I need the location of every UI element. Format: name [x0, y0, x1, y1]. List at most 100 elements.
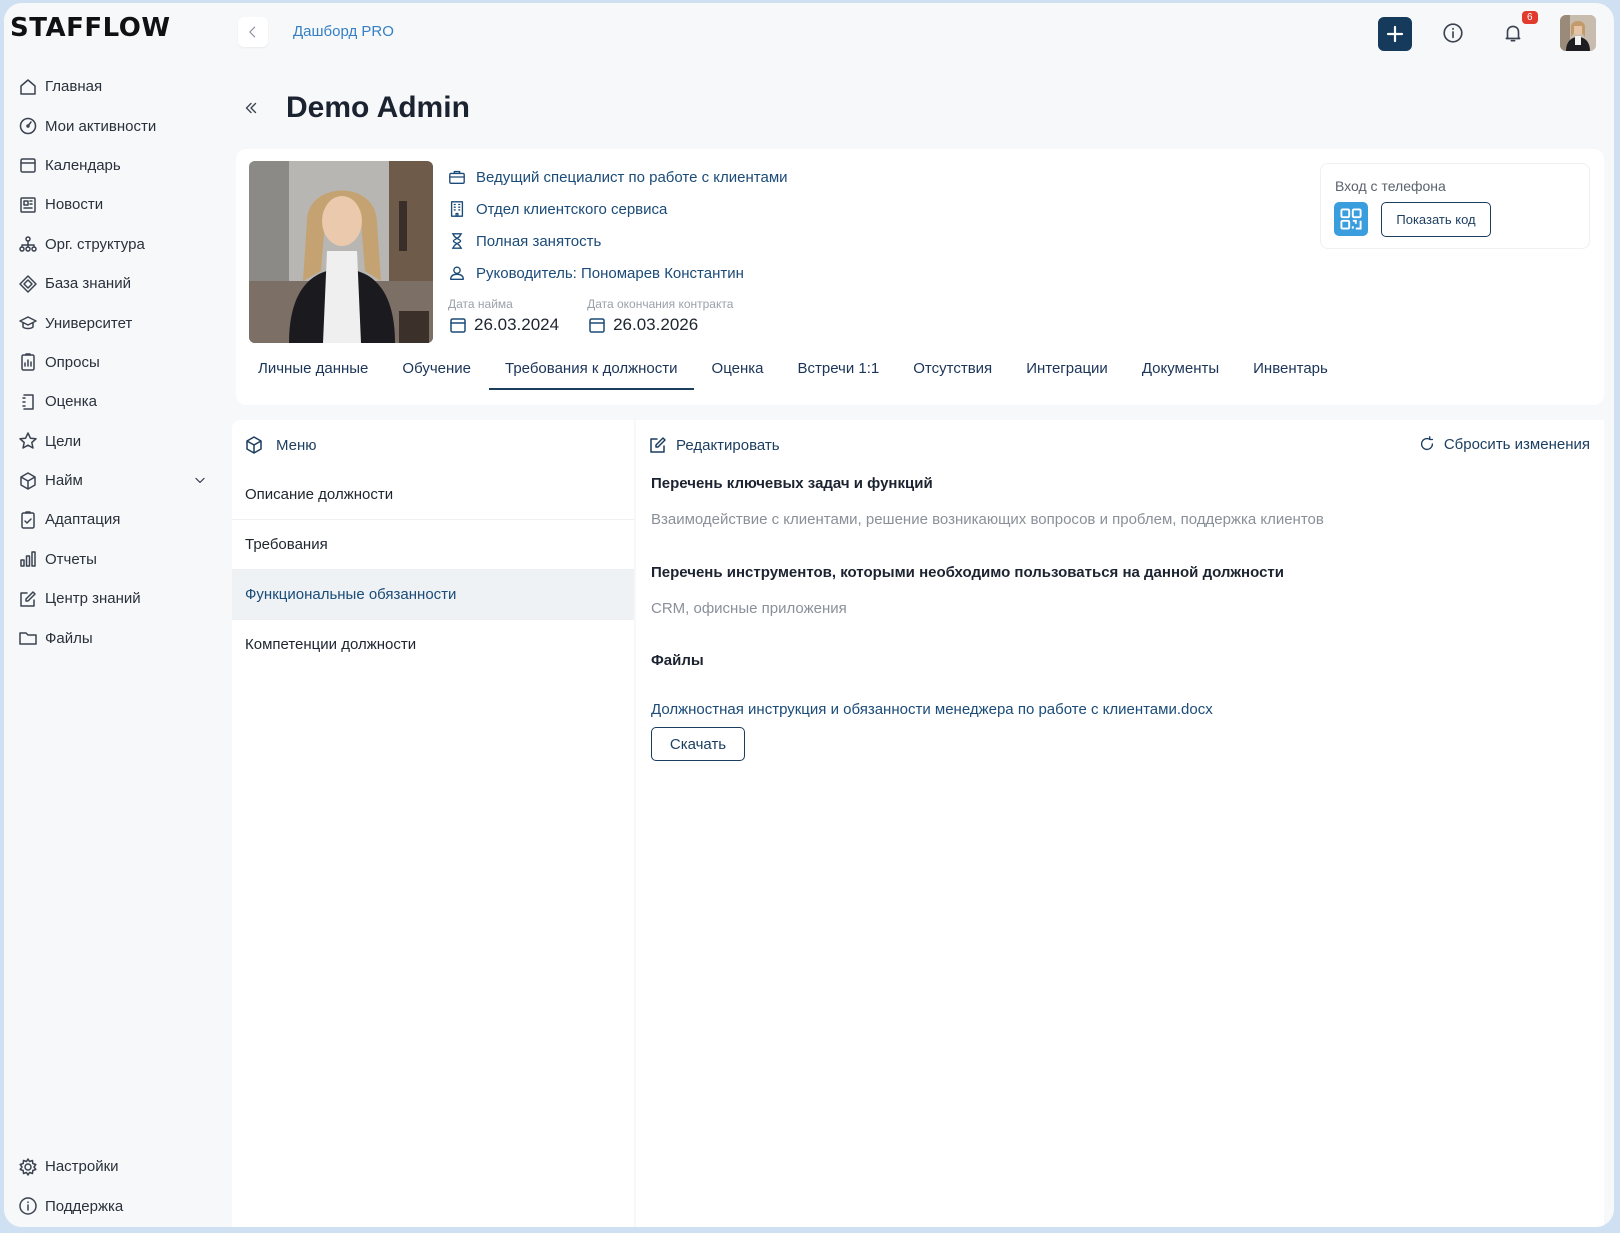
sidebar-item-files[interactable]: Файлы [18, 618, 208, 657]
download-button[interactable]: Скачать [651, 727, 745, 761]
hourglass-icon [448, 232, 468, 250]
sidebar: STAFFLOW Главная Мои активности Календар… [4, 3, 216, 1227]
app-logo[interactable]: STAFFLOW [10, 13, 171, 43]
sidebar-item-label: База знаний [45, 275, 131, 293]
employee-photo [249, 161, 433, 343]
menu-item-job-description[interactable]: Описание должности [232, 470, 634, 520]
sidebar-item-label: Найм [45, 472, 83, 490]
tab-integrations[interactable]: Интеграции [1010, 349, 1124, 389]
tab-evaluation[interactable]: Оценка [696, 349, 780, 389]
sidebar-item-surveys[interactable]: Опросы [18, 343, 208, 382]
org-structure-icon [18, 234, 38, 254]
tab-documents[interactable]: Документы [1126, 349, 1235, 389]
edit-square-icon [18, 589, 38, 609]
tab-meetings[interactable]: Встречи 1:1 [781, 349, 895, 389]
sidebar-item-goals[interactable]: Цели [18, 422, 208, 461]
sidebar-item-university[interactable]: Университет [18, 303, 208, 342]
menu-header: Меню [244, 435, 317, 455]
contract-end-date: 26.03.2026 [613, 315, 699, 334]
department-row: Отдел клиентского сервиса [448, 193, 788, 225]
hire-date-block: Дата найма 26.03.2024 [448, 297, 559, 335]
breadcrumb[interactable]: Дашборд PRO [293, 23, 394, 40]
sidebar-item-label: Опросы [45, 353, 100, 371]
sidebar-item-adaptation[interactable]: Адаптация [18, 500, 208, 539]
tab-training[interactable]: Обучение [386, 349, 487, 389]
sidebar-item-activities[interactable]: Мои активности [18, 106, 208, 145]
home-icon [18, 77, 38, 97]
calendar-icon [18, 155, 38, 175]
tasks-text: Взаимодействие с клиентами, решение возн… [651, 511, 1324, 528]
menu-item-responsibilities[interactable]: Функциональные обязанности [232, 570, 634, 620]
sidebar-item-label: Файлы [45, 629, 93, 647]
tab-position-requirements[interactable]: Требования к должности [489, 349, 694, 390]
app-window: STAFFLOW Главная Мои активности Календар… [4, 3, 1614, 1227]
manager-text[interactable]: Руководитель: Пономарев Константин [476, 265, 744, 282]
tools-text: CRM, офисные приложения [651, 600, 847, 617]
show-code-button[interactable]: Показать код [1381, 202, 1491, 237]
sidebar-item-home[interactable]: Главная [18, 67, 208, 106]
double-chevron-left-icon [245, 102, 257, 114]
menu-item-requirements[interactable]: Требования [232, 520, 634, 570]
contract-end-label: Дата окончания контракта [587, 297, 734, 311]
chevron-down-icon[interactable] [192, 472, 208, 492]
sidebar-item-calendar[interactable]: Календарь [18, 146, 208, 185]
tab-personal-data[interactable]: Личные данные [242, 349, 384, 389]
folder-icon [18, 628, 38, 648]
sidebar-item-news[interactable]: Новости [18, 185, 208, 224]
requirements-menu: Меню Описание должности Требования Функц… [232, 420, 634, 1227]
hire-date-value-row: 26.03.2024 [448, 315, 559, 335]
sidebar-item-label: Мои активности [45, 117, 157, 135]
sidebar-item-org-structure[interactable]: Орг. структура [18, 225, 208, 264]
sidebar-item-reports[interactable]: Отчеты [18, 540, 208, 579]
bell-icon [1505, 25, 1521, 42]
sidebar-item-label: Орг. структура [45, 235, 145, 253]
notification-badge: 6 [1522, 11, 1538, 24]
sidebar-item-label: Новости [45, 196, 104, 214]
menu-title: Меню [276, 436, 317, 454]
sidebar-item-hiring[interactable]: Найм [18, 461, 208, 500]
back-button[interactable] [238, 17, 268, 47]
info-icon [1443, 23, 1463, 43]
menu-list: Описание должности Требования Функционал… [232, 470, 634, 669]
menu-item-competencies[interactable]: Компетенции должности [232, 620, 634, 669]
tasks-title: Перечень ключевых задач и функций [651, 475, 933, 492]
sidebar-item-label: Главная [45, 78, 103, 96]
hire-date-label: Дата найма [448, 297, 513, 311]
profile-card: Ведущий специалист по работе с клиентами… [236, 149, 1604, 405]
edit-icon [650, 437, 666, 453]
plus-icon [1386, 25, 1404, 43]
files-title: Файлы [651, 652, 704, 669]
tab-absences[interactable]: Отсутствия [897, 349, 1008, 389]
sidebar-item-label: Цели [45, 432, 82, 450]
add-button[interactable] [1378, 17, 1412, 51]
department-text: Отдел клиентского сервиса [476, 200, 668, 218]
sidebar-item-knowledge-base[interactable]: База знаний [18, 264, 208, 303]
contract-end-block: Дата окончания контракта 26.03.2026 [587, 297, 733, 335]
graduation-cap-icon [18, 313, 38, 333]
tab-inventory[interactable]: Инвентарь [1237, 349, 1344, 389]
responsibilities-content: Редактировать Сбросить изменения Перечен… [636, 420, 1604, 1227]
chevron-left-icon [249, 26, 256, 38]
reset-changes-button[interactable]: Сбросить изменения [1418, 435, 1590, 453]
sidebar-item-settings[interactable]: Настройки [18, 1147, 208, 1186]
page-title: Demo Admin [286, 91, 470, 124]
user-avatar[interactable] [1560, 15, 1596, 51]
help-button[interactable] [1442, 22, 1464, 49]
notifications-button[interactable] [1502, 22, 1524, 49]
contract-end-value-row: 26.03.2026 [587, 315, 733, 335]
file-link[interactable]: Должностная инструкция и обязанности мен… [651, 701, 1213, 718]
collapse-button[interactable] [242, 99, 260, 122]
cube-icon [18, 471, 38, 491]
employment-dates: Дата найма 26.03.2024 Дата окончания кон… [448, 297, 733, 335]
info-icon [18, 1196, 38, 1216]
edit-label: Редактировать [676, 436, 780, 454]
newspaper-icon [18, 195, 38, 215]
sidebar-item-support[interactable]: Поддержка [18, 1186, 208, 1225]
sidebar-item-label: Настройки [45, 1158, 119, 1176]
sidebar-item-knowledge-center[interactable]: Центр знаний [18, 579, 208, 618]
edit-button[interactable]: Редактировать [648, 435, 780, 455]
manager-row: Руководитель: Пономарев Константин [448, 257, 788, 289]
sidebar-item-rating[interactable]: Оценка [18, 382, 208, 421]
employee-facts: Ведущий специалист по работе с клиентами… [448, 161, 788, 289]
qr-code-icon[interactable] [1334, 202, 1368, 236]
